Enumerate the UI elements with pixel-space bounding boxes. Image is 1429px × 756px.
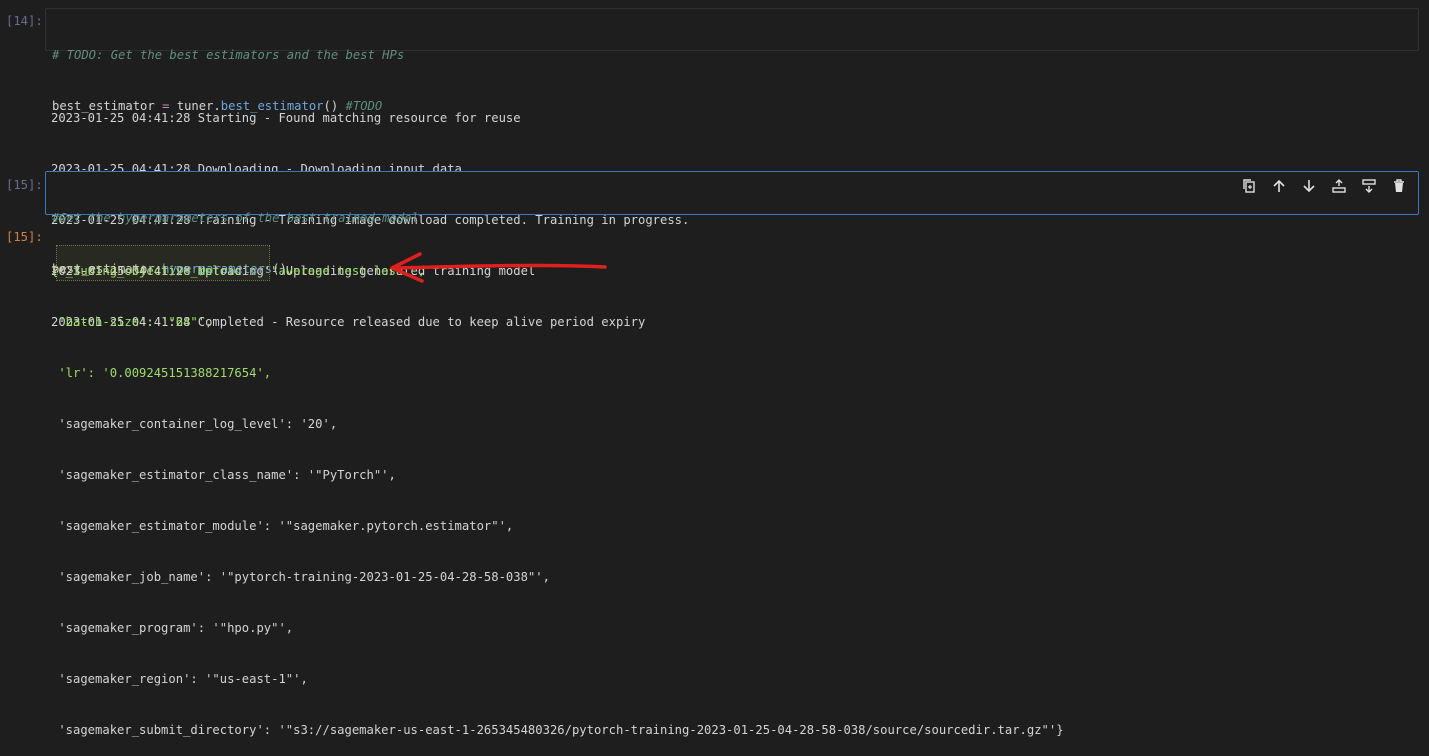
log-line: 2023-01-25 04:41:28 Starting - Found mat… [51,111,521,125]
cell-15-prompt: [15]: [6,178,43,192]
output-line-batch-size: 'batch-size': '"64"', [51,315,213,329]
output-line: 'sagemaker_job_name': '"pytorch-training… [51,570,550,584]
move-down-icon[interactable] [1300,177,1318,195]
delete-icon[interactable] [1390,177,1408,195]
insert-above-icon[interactable] [1330,177,1348,195]
code-cell-15[interactable]: #Get the hyperparameters of the best tra… [45,171,1419,276]
code-comment: #Get the hyperparameters of the best tra… [52,211,419,225]
output-line: 'sagemaker_program': '"hpo.py"', [51,621,294,635]
output-line: 'sagemaker_estimator_module': '"sagemake… [51,519,514,533]
annotation-arrow-icon [390,252,607,283]
cell-toolbar [1240,177,1408,195]
output-15-prompt: [15]: [6,230,43,244]
hyperparameters-output: {'_tuning_objective_metric': '"average t… [51,229,1064,756]
move-up-icon[interactable] [1270,177,1288,195]
duplicate-icon[interactable] [1240,177,1258,195]
output-line: 'sagemaker_container_log_level': '20', [51,417,338,431]
cell-14-prompt: [14]: [6,14,43,28]
output-line-lr: 'lr': '0.009245151388217654', [51,366,272,380]
code-cell-14[interactable]: # TODO: Get the best estimators and the … [45,8,1419,113]
code-comment: # TODO: Get the best estimators and the … [52,48,405,62]
insert-below-icon[interactable] [1360,177,1378,195]
output-line: 'sagemaker_region': '"us-east-1"', [51,672,308,686]
output-line: 'sagemaker_estimator_class_name': '"PyTo… [51,468,396,482]
output-line: 'sagemaker_submit_directory': '"s3://sag… [51,723,1064,737]
